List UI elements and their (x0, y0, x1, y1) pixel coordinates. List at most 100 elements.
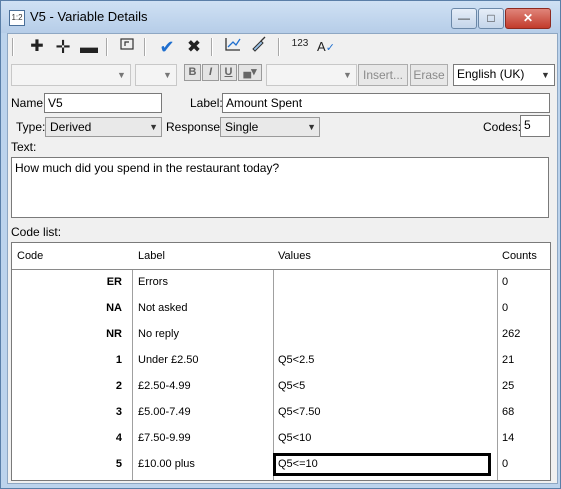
style-combo[interactable]: ▼ (266, 64, 357, 86)
paint-icon[interactable] (248, 36, 270, 58)
toolbar-separator (278, 38, 280, 56)
title-bar: 1:2 V5 - Variable Details — □ ✕ (1, 1, 560, 33)
row-code: NA (106, 302, 122, 314)
header-label[interactable]: Label (138, 249, 165, 263)
row-code: 2 (115, 380, 122, 392)
code-list-grid: Code Label Values Counts ER Errors 0 NA … (11, 242, 551, 481)
codes-field[interactable]: 5 (520, 115, 550, 137)
selected-cell-outline (273, 453, 491, 476)
response-label: Response: (166, 120, 224, 134)
spellcheck-letter: A (317, 39, 326, 54)
header-code[interactable]: Code (17, 249, 43, 263)
row-counts: 0 (502, 276, 509, 288)
name-label: Name: (11, 96, 47, 110)
row-code: 4 (115, 432, 122, 444)
maximize-button[interactable]: □ (478, 8, 504, 29)
row-label: Errors (138, 276, 168, 288)
plus-bold-icon[interactable]: ✛ (52, 36, 74, 58)
toolbar-separator (211, 38, 213, 56)
row-code: ER (106, 276, 122, 288)
row-code: NR (106, 328, 122, 340)
bold-button[interactable]: B (184, 64, 201, 81)
table-row[interactable]: 3 £5.00-7.49 Q5<7.50 68 (12, 399, 550, 425)
table-row[interactable]: ER Errors 0 (12, 269, 550, 295)
header-counts[interactable]: Counts (502, 249, 537, 263)
chevron-down-icon: ▼ (307, 122, 316, 132)
row-code: 5 (115, 458, 122, 470)
type-label: Type: (16, 120, 46, 134)
window-title: V5 - Variable Details (30, 9, 148, 24)
row-label: Under £2.50 (138, 354, 199, 366)
table-row[interactable]: NA Not asked 0 (12, 295, 550, 321)
italic-button[interactable]: I (202, 64, 219, 81)
table-row[interactable]: 1 Under £2.50 Q5<2.5 21 (12, 347, 550, 373)
row-counts: 262 (502, 328, 521, 340)
underline-button[interactable]: U (220, 64, 237, 81)
cross-icon[interactable]: ✖ (183, 36, 205, 58)
chart-icon[interactable] (222, 36, 244, 58)
chevron-down-icon: ▼ (343, 70, 352, 80)
close-button[interactable]: ✕ (505, 8, 551, 29)
chevron-down-icon: ▼ (149, 122, 158, 132)
font-size-combo[interactable]: ▼ (135, 64, 177, 86)
codes-label: Codes: (483, 120, 522, 134)
table-row[interactable]: 2 £2.50-4.99 Q5<5 25 (12, 373, 550, 399)
dialog-client-area: ✚ ✛ ▬ ✔ ✖ 123 A✓ ▼ ▼ B I U ▄▾ ▼ Insert..… (7, 33, 558, 484)
row-counts: 68 (502, 406, 515, 418)
row-label: £2.50-4.99 (138, 380, 191, 392)
row-label: Not asked (138, 302, 188, 314)
color-button[interactable]: ▄▾ (238, 64, 262, 81)
response-select[interactable]: Single ▼ (220, 117, 320, 137)
numbers-icon[interactable]: 123 (289, 36, 311, 58)
type-select[interactable]: Derived ▼ (45, 117, 162, 137)
row-label: £7.50-9.99 (138, 432, 191, 444)
row-counts: 0 (502, 302, 509, 314)
label-label: Label: (190, 96, 223, 110)
row-label: £10.00 plus (138, 458, 195, 470)
question-text-area[interactable]: How much did you spend in the restaurant… (11, 157, 549, 218)
table-row[interactable]: 4 £7.50-9.99 Q5<10 14 (12, 425, 550, 451)
row-counts: 25 (502, 380, 515, 392)
type-value: Derived (50, 120, 92, 134)
row-label: £5.00-7.49 (138, 406, 191, 418)
font-combo[interactable]: ▼ (11, 64, 131, 86)
code-list-label: Code list: (11, 225, 62, 239)
toolbar-separator (106, 38, 108, 56)
variable-details-window: 1:2 V5 - Variable Details — □ ✕ ✚ ✛ ▬ ✔ … (0, 0, 561, 489)
row-values: Q5<2.5 (278, 354, 315, 366)
row-values: Q5<5 (278, 380, 306, 392)
check-icon[interactable]: ✔ (156, 36, 178, 58)
response-value: Single (225, 120, 259, 134)
row-values: Q5<10 (278, 432, 312, 444)
row-values: Q5<7.50 (278, 406, 321, 418)
row-counts: 21 (502, 354, 515, 366)
language-value: English (UK) (457, 67, 525, 81)
grid-header-row: Code Label Values Counts (12, 243, 550, 270)
toolbar-separator (144, 38, 146, 56)
chevron-down-icon: ▼ (163, 70, 172, 80)
row-counts: 0 (502, 458, 509, 470)
spellcheck-icon[interactable]: A✓ (315, 36, 337, 58)
language-select[interactable]: English (UK) ▼ (453, 64, 555, 86)
header-values[interactable]: Values (278, 249, 311, 263)
row-code: 3 (115, 406, 122, 418)
erase-button[interactable]: Erase (410, 64, 448, 86)
row-counts: 14 (502, 432, 515, 444)
toolbar-separator (12, 38, 14, 56)
chevron-down-icon: ▼ (541, 70, 550, 80)
nested-icon[interactable] (116, 36, 138, 58)
format-toolbar: ▼ ▼ B I U ▄▾ ▼ Insert... Erase English (… (8, 62, 557, 88)
minimize-button[interactable]: — (451, 8, 477, 29)
app-icon: 1:2 (9, 10, 25, 26)
insert-button[interactable]: Insert... (358, 64, 408, 86)
minus-icon[interactable]: ▬ (78, 36, 100, 58)
chevron-down-icon: ▼ (117, 70, 126, 80)
main-toolbar: ✚ ✛ ▬ ✔ ✖ 123 A✓ (8, 34, 557, 60)
name-field[interactable]: V5 (44, 93, 162, 113)
row-label: No reply (138, 328, 179, 340)
text-label: Text: (11, 140, 37, 154)
table-row[interactable]: NR No reply 262 (12, 321, 550, 347)
label-field[interactable]: Amount Spent (222, 93, 550, 113)
spell-tick-icon: ✓ (325, 42, 335, 54)
plus-icon[interactable]: ✚ (26, 36, 48, 58)
